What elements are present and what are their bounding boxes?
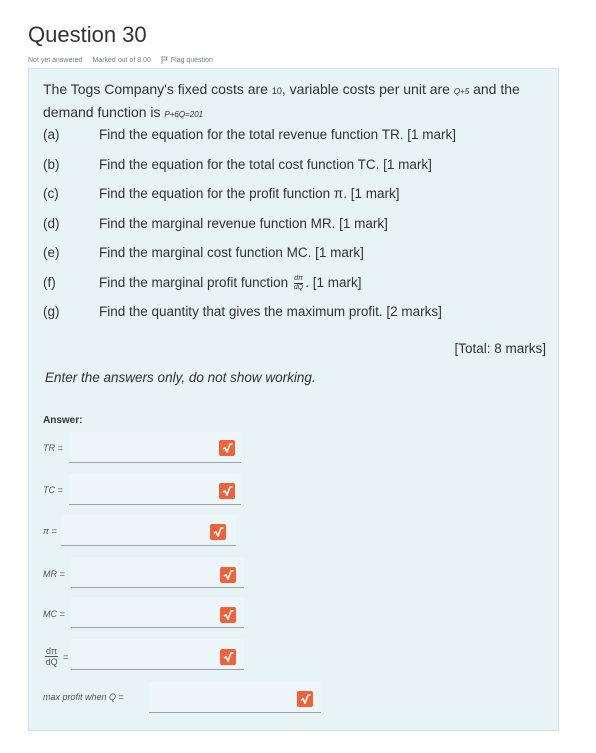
question-panel: The Togs Company's fixed costs are 10, v…: [28, 68, 559, 731]
part-label: (c): [43, 186, 59, 201]
part-label: (b): [43, 156, 60, 172]
part-label: (d): [43, 215, 60, 231]
demand-function: P+6Q=201: [164, 110, 204, 119]
part-b: (b) Find the equation for the total cost…: [43, 157, 543, 187]
sqrt-icon: [213, 527, 223, 537]
mc-input[interactable]: [71, 597, 244, 628]
part-text-before: Find the marginal profit function: [99, 274, 292, 290]
part-a: (a) Find the equation for the total reve…: [43, 127, 543, 157]
question-title: Question 30: [28, 22, 147, 47]
answer-label-tc: TC =: [43, 485, 63, 495]
answer-label-profit: π =: [43, 526, 57, 536]
tr-input[interactable]: [69, 432, 241, 463]
part-text: Find the marginal revenue function MR. […: [99, 215, 388, 231]
part-e: (e) Find the marginal cost function MC. …: [43, 245, 543, 275]
intro-text-2: , variable costs per unit are: [281, 81, 454, 97]
part-label: (a): [43, 127, 60, 142]
answer-equals: =: [63, 652, 69, 662]
edit-equation-button[interactable]: [219, 440, 235, 456]
answer-row-tr: TR =: [29, 432, 560, 466]
edit-equation-button[interactable]: [219, 483, 235, 499]
part-text: Find the marginal profit function dπ dQ. …: [99, 275, 361, 292]
fixed-cost-value: 10: [271, 86, 282, 96]
edit-equation-button[interactable]: [210, 524, 226, 540]
edit-equation-button[interactable]: [297, 691, 313, 707]
intro-text-1: The Togs Company's fixed costs are: [43, 81, 272, 97]
sqrt-icon: [223, 570, 233, 580]
part-label: (g): [43, 304, 60, 319]
flag-question-link[interactable]: Flag question: [161, 56, 213, 64]
marginal-profit-fraction: dπ dQ: [293, 274, 304, 292]
edit-equation-button[interactable]: [220, 649, 236, 665]
marked-text: Marked out of 8.00: [92, 56, 151, 64]
sqrt-icon: [223, 610, 233, 620]
part-d: (d) Find the marginal revenue function M…: [43, 216, 543, 246]
part-text: Find the marginal cost function MC. [1 m…: [99, 245, 364, 260]
tc-input[interactable]: [69, 474, 241, 505]
answer-row-mr: MR =: [29, 557, 560, 591]
status-text: Not yet answered: [28, 56, 83, 64]
marginal-profit-fraction: dπ dQ: [45, 646, 59, 667]
part-label: (e): [43, 245, 60, 260]
max-profit-q-input[interactable]: [149, 682, 321, 713]
total-marks: [Total: 8 marks]: [454, 341, 546, 356]
part-c: (c) Find the equation for the profit fun…: [43, 186, 543, 216]
variable-cost-value: Q+5: [453, 87, 470, 96]
edit-equation-button[interactable]: [220, 607, 236, 623]
part-g: (g) Find the quantity that gives the max…: [43, 304, 543, 334]
answer-label-mr: MR =: [43, 569, 65, 579]
flag-icon: [161, 56, 168, 64]
part-text: Find the equation for the profit functio…: [99, 186, 400, 201]
part-text: Find the equation for the total cost fun…: [99, 156, 432, 172]
marginal-profit-input[interactable]: [71, 639, 244, 670]
answer-row-marginal-profit: dπ dQ =: [29, 639, 560, 673]
answer-label: Answer:: [43, 415, 83, 426]
answer-row-tc: TC =: [29, 474, 560, 508]
sqrt-icon: [223, 652, 233, 662]
answer-row-max-profit: max profit when Q =: [29, 682, 560, 716]
fraction-numerator: dπ: [45, 646, 59, 657]
part-text-after: . [1 mark]: [305, 274, 362, 290]
sqrt-icon: [300, 694, 310, 704]
part-text: Find the equation for the total revenue …: [99, 127, 456, 142]
part-f: (f) Find the marginal profit function dπ…: [43, 275, 543, 305]
question-meta: Not yet answered Marked out of 8.00 Flag…: [28, 56, 213, 64]
answer-row-mc: MC =: [29, 597, 560, 631]
answer-label-tr: TR =: [43, 443, 63, 453]
fraction-numerator: dπ: [293, 274, 304, 284]
mr-input[interactable]: [71, 557, 244, 588]
question-parts: (a) Find the equation for the total reve…: [43, 127, 543, 334]
sqrt-icon: [222, 486, 232, 496]
answer-label-max-profit: max profit when Q =: [43, 692, 124, 702]
sqrt-icon: [222, 443, 232, 453]
part-label: (f): [43, 274, 56, 290]
part-text: Find the quantity that gives the maximum…: [99, 304, 442, 319]
fraction-denominator: dQ: [45, 657, 58, 667]
fraction-denominator: dQ: [293, 283, 304, 291]
instruction-text: Enter the answers only, do not show work…: [45, 370, 316, 385]
edit-equation-button[interactable]: [220, 567, 236, 583]
flag-label: Flag question: [170, 56, 213, 64]
answer-label-mc: MC =: [43, 609, 65, 619]
answer-row-profit: π =: [29, 515, 560, 549]
question-intro: The Togs Company's fixed costs are 10, v…: [43, 79, 543, 125]
